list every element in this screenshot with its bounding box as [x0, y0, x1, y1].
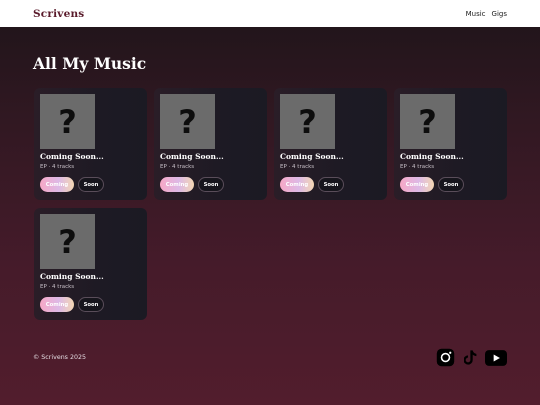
cover-placeholder: ? — [280, 94, 335, 149]
footer-copyright: © Scrivens 2025 — [33, 354, 86, 361]
coming-button[interactable]: Coming — [400, 177, 434, 192]
coming-button[interactable]: Coming — [160, 177, 194, 192]
release-title: Coming Soon... — [280, 152, 344, 161]
brand-logo[interactable]: Scrivens — [33, 8, 84, 20]
release-card[interactable]: ? Coming Soon... EP · 4 tracks Coming So… — [394, 88, 507, 200]
page-title: All My Music — [33, 54, 147, 73]
release-card[interactable]: ? Coming Soon... EP · 4 tracks Coming So… — [274, 88, 387, 200]
tiktok-icon[interactable] — [464, 348, 481, 367]
coming-button[interactable]: Coming — [280, 177, 314, 192]
release-title: Coming Soon... — [400, 152, 464, 161]
release-meta: EP · 4 tracks — [40, 164, 75, 170]
release-title: Coming Soon... — [40, 272, 104, 281]
cover-placeholder: ? — [40, 214, 95, 269]
top-navbar: Scrivens Music Gigs — [0, 0, 540, 27]
cover-placeholder: ? — [400, 94, 455, 149]
release-meta: EP · 4 tracks — [40, 284, 75, 290]
cover-placeholder: ? — [160, 94, 215, 149]
coming-button[interactable]: Coming — [40, 297, 74, 312]
soon-button[interactable]: Soon — [438, 177, 464, 192]
main-nav: Music Gigs — [466, 10, 507, 18]
release-card[interactable]: ? Coming Soon... EP · 4 tracks Coming So… — [154, 88, 267, 200]
soon-button[interactable]: Soon — [78, 177, 104, 192]
release-meta: EP · 4 tracks — [400, 164, 435, 170]
soon-button[interactable]: Soon — [318, 177, 344, 192]
release-card[interactable]: ? Coming Soon... EP · 4 tracks Coming So… — [34, 88, 147, 200]
release-title: Coming Soon... — [40, 152, 104, 161]
release-title: Coming Soon... — [160, 152, 224, 161]
nav-link-music[interactable]: Music — [466, 10, 486, 18]
soon-button[interactable]: Soon — [198, 177, 224, 192]
nav-link-gigs[interactable]: Gigs — [492, 10, 507, 18]
instagram-icon[interactable] — [436, 348, 455, 367]
cover-placeholder: ? — [40, 94, 95, 149]
release-meta: EP · 4 tracks — [280, 164, 315, 170]
release-meta: EP · 4 tracks — [160, 164, 195, 170]
release-card[interactable]: ? Coming Soon... EP · 4 tracks Coming So… — [34, 208, 147, 320]
coming-button[interactable]: Coming — [40, 177, 74, 192]
youtube-icon[interactable] — [485, 350, 507, 366]
soon-button[interactable]: Soon — [78, 297, 104, 312]
